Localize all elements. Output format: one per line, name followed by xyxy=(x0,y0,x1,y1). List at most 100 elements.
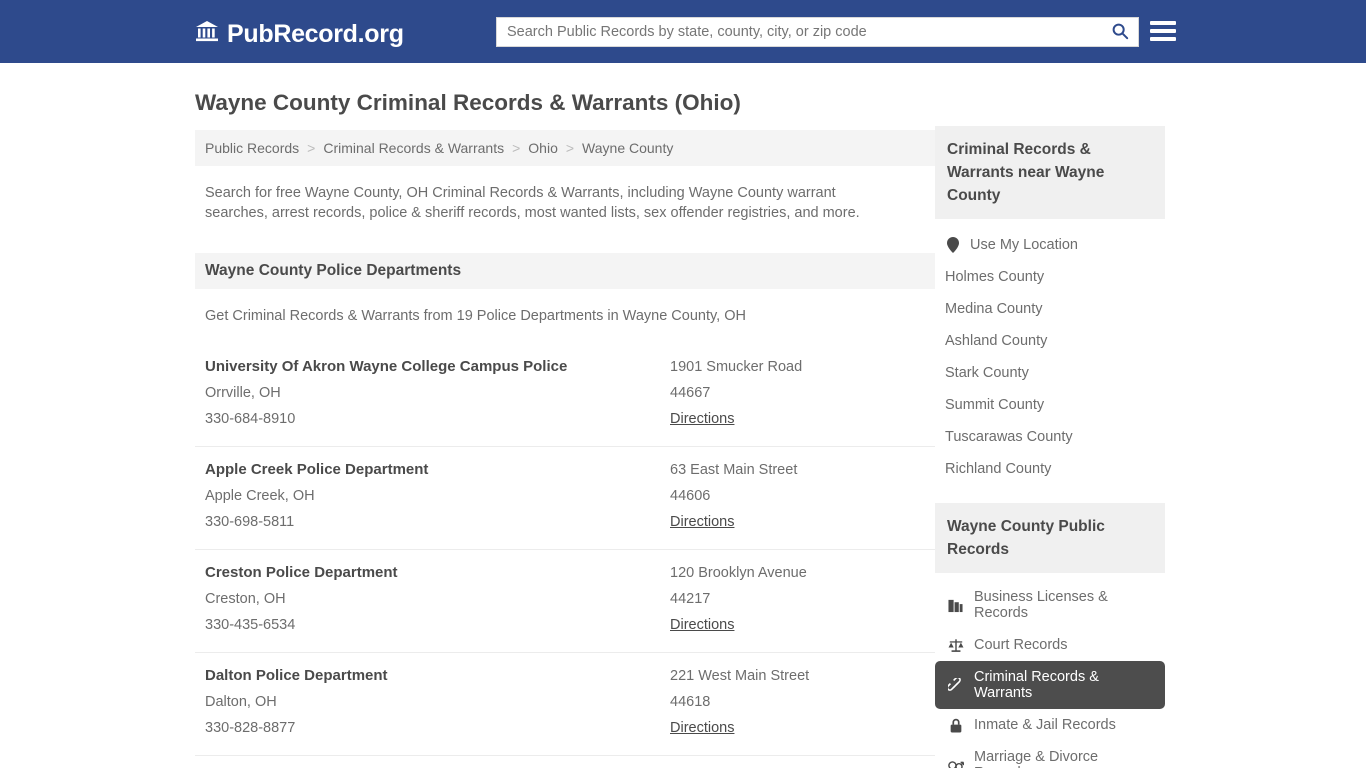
sidebar-item-label: Court Records xyxy=(974,637,1068,653)
sidebar-item-tuscarawas-county[interactable]: Tuscarawas County xyxy=(935,421,1165,453)
listing-city: Dalton, OH xyxy=(205,694,277,711)
sidebar-item-inmate-jail-records[interactable]: Inmate & Jail Records xyxy=(935,709,1165,741)
breadcrumb-separator-icon: > xyxy=(565,140,575,157)
listing-phone: 330-435-6534 xyxy=(205,617,296,634)
sidebar-item-label: Holmes County xyxy=(945,269,1045,285)
listing-left-column: Apple Creek Police Department Apple Cree… xyxy=(205,457,665,535)
police-department-list: University Of Akron Wayne College Campus… xyxy=(195,344,935,768)
main-content: Wayne County Criminal Records & Warrants… xyxy=(195,88,935,768)
listing-street: 1901 Smucker Road xyxy=(670,359,803,376)
sidebar-item-holmes-county[interactable]: Holmes County xyxy=(935,261,1165,293)
listing-right-column: 120 Brooklyn Avenue 44217 Directions xyxy=(670,560,930,638)
map-pin-icon xyxy=(945,237,961,253)
sidebar-item-business-licenses[interactable]: Business Licenses & Records xyxy=(935,581,1165,629)
listing-street: 63 East Main Street xyxy=(670,462,798,479)
sidebar-item-label: Use My Location xyxy=(970,237,1078,253)
sidebar-item-marriage-divorce-records[interactable]: Marriage & Divorce Records xyxy=(935,741,1165,768)
search-input[interactable] xyxy=(497,18,1102,46)
bank-building-icon xyxy=(195,19,219,50)
page-title: Wayne County Criminal Records & Warrants… xyxy=(195,90,741,115)
sidebar-item-court-records[interactable]: Court Records xyxy=(935,629,1165,661)
listing-street: 221 West Main Street xyxy=(670,668,810,685)
sidebar-item-label: Summit County xyxy=(945,397,1045,413)
sidebar-item-use-my-location[interactable]: Use My Location xyxy=(935,229,1165,261)
site-logo[interactable]: PubRecord.org xyxy=(195,19,404,50)
listing-city: Creston, OH xyxy=(205,591,286,608)
sidebar-item-ashland-county[interactable]: Ashland County xyxy=(935,325,1165,357)
list-item[interactable]: Apple Creek Police Department Apple Cree… xyxy=(195,447,935,551)
sidebar-item-label: Inmate & Jail Records xyxy=(974,717,1116,733)
listing-left-column: Creston Police Department Creston, OH 33… xyxy=(205,560,665,638)
sidebar-nearby-title: Criminal Records & Warrants near Wayne C… xyxy=(947,141,1105,204)
listing-name[interactable]: University Of Akron Wayne College Campus… xyxy=(205,354,665,380)
listing-zip: 44618 xyxy=(670,694,711,711)
breadcrumb-separator-icon: > xyxy=(307,140,316,157)
hamburger-bar-3 xyxy=(1150,37,1176,41)
sidebar-records-header: Wayne County Public Records xyxy=(935,503,1165,573)
directions-link[interactable]: Directions xyxy=(670,715,734,741)
hamburger-bar-2 xyxy=(1150,29,1176,33)
sidebar-nearby-header: Criminal Records & Warrants near Wayne C… xyxy=(935,126,1165,219)
breadcrumb-item-public-records[interactable]: Public Records xyxy=(205,140,299,156)
sidebar: Criminal Records & Warrants near Wayne C… xyxy=(935,126,1165,768)
list-item[interactable]: Creston Police Department Creston, OH 33… xyxy=(195,550,935,654)
listing-right-column: 1901 Smucker Road 44667 Directions xyxy=(670,354,930,432)
listing-zip: 44606 xyxy=(670,488,711,505)
listing-city: Orrville, OH xyxy=(205,385,281,402)
search-button[interactable] xyxy=(1102,18,1138,46)
listing-left-column: University Of Akron Wayne College Campus… xyxy=(205,354,665,432)
directions-link[interactable]: Directions xyxy=(670,509,734,535)
search-icon xyxy=(1111,22,1129,43)
listing-right-column: 221 West Main Street 44618 Directions xyxy=(670,663,930,741)
breadcrumb-separator-icon: > xyxy=(512,140,521,157)
section-header: Wayne County Police Departments xyxy=(195,253,935,290)
page-intro-text: Search for free Wayne County, OH Crimina… xyxy=(205,185,860,222)
sidebar-item-label: Ashland County xyxy=(945,333,1048,349)
listing-name[interactable]: Apple Creek Police Department xyxy=(205,457,665,483)
venus-mars-icon xyxy=(947,758,964,768)
sidebar-item-medina-county[interactable]: Medina County xyxy=(935,293,1165,325)
listing-street: 120 Brooklyn Avenue xyxy=(670,565,807,582)
site-header: PubRecord.org xyxy=(0,0,1366,63)
listing-zip: 44217 xyxy=(670,591,711,608)
nearby-county-list: Use My Location Holmes County Medina Cou… xyxy=(935,229,1165,485)
public-records-list: Business Licenses & Records Court Record… xyxy=(935,581,1165,768)
search-bar[interactable] xyxy=(496,17,1139,47)
listing-phone: 330-698-5811 xyxy=(205,514,295,531)
sidebar-item-label: Richland County xyxy=(945,461,1052,477)
list-item[interactable]: Doylestown Police Department Doylestown,… xyxy=(195,756,935,768)
section-title: Wayne County Police Departments xyxy=(205,262,462,280)
sidebar-item-label: Business Licenses & Records xyxy=(974,589,1108,621)
listing-zip: 44667 xyxy=(670,385,711,402)
sidebar-item-label: Criminal Records & Warrants xyxy=(974,669,1099,701)
listing-phone: 330-828-8877 xyxy=(205,720,296,737)
directions-link[interactable]: Directions xyxy=(670,612,734,638)
listing-left-column: Dalton Police Department Dalton, OH 330-… xyxy=(205,663,665,741)
sidebar-item-label: Medina County xyxy=(945,301,1043,317)
sidebar-records-title: Wayne County Public Records xyxy=(947,518,1105,558)
hamburger-menu-icon[interactable] xyxy=(1150,19,1176,43)
brand-label: PubRecord.org xyxy=(227,20,404,48)
breadcrumb-item-criminal-records[interactable]: Criminal Records & Warrants xyxy=(323,140,504,156)
sidebar-item-label: Tuscarawas County xyxy=(945,429,1073,445)
list-item[interactable]: University Of Akron Wayne College Campus… xyxy=(195,344,935,448)
scales-of-justice-icon xyxy=(947,638,964,653)
breadcrumb-item-wayne-county[interactable]: Wayne County xyxy=(582,140,673,156)
section-subtitle: Get Criminal Records & Warrants from 19 … xyxy=(205,308,746,325)
listing-name[interactable]: Dalton Police Department xyxy=(205,663,665,689)
hamburger-bar-1 xyxy=(1150,21,1176,25)
sidebar-item-criminal-records[interactable]: Criminal Records & Warrants xyxy=(935,661,1165,709)
listing-right-column: 63 East Main Street 44606 Directions xyxy=(670,457,930,535)
list-item[interactable]: Dalton Police Department Dalton, OH 330-… xyxy=(195,653,935,757)
listing-city: Apple Creek, OH xyxy=(205,488,315,505)
directions-link[interactable]: Directions xyxy=(670,406,734,432)
sidebar-item-label: Stark County xyxy=(945,365,1029,381)
sidebar-item-richland-county[interactable]: Richland County xyxy=(935,453,1165,485)
sidebar-item-stark-county[interactable]: Stark County xyxy=(935,357,1165,389)
listing-name[interactable]: Creston Police Department xyxy=(205,560,665,586)
lock-icon xyxy=(947,718,964,733)
breadcrumb-item-ohio[interactable]: Ohio xyxy=(528,140,558,156)
sidebar-item-label: Marriage & Divorce Records xyxy=(974,749,1099,768)
breadcrumb: Public Records > Criminal Records & Warr… xyxy=(195,130,935,167)
sidebar-item-summit-county[interactable]: Summit County xyxy=(935,389,1165,421)
